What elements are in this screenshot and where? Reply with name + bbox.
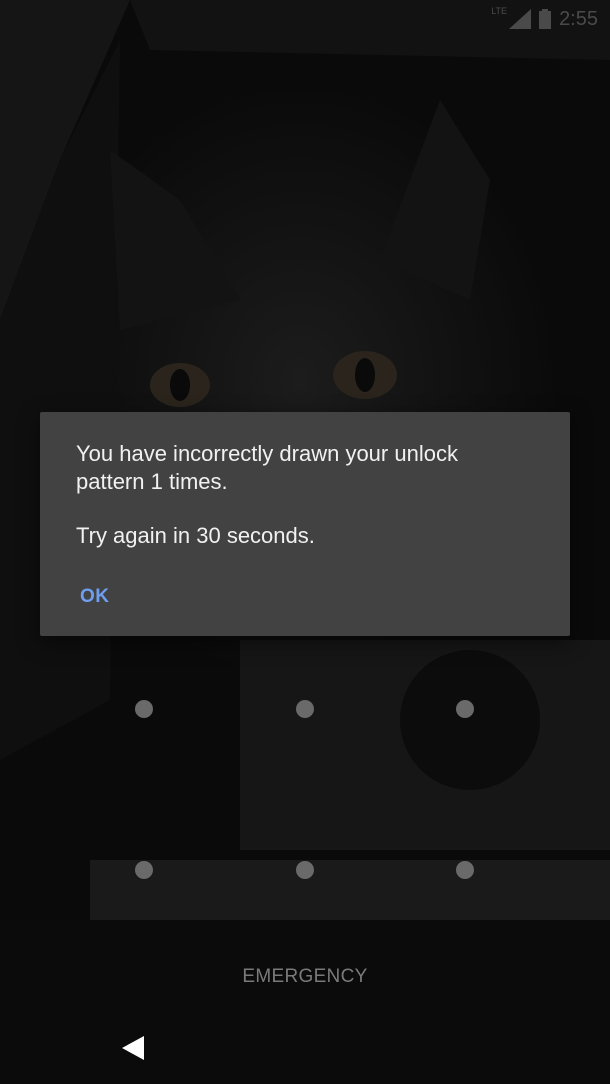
pattern-dot[interactable] <box>456 700 474 718</box>
signal-icon <box>509 9 532 29</box>
back-icon[interactable] <box>120 1034 148 1062</box>
clock: 2:55 <box>559 7 598 30</box>
battery-icon <box>539 9 552 29</box>
emergency-button[interactable]: EMERGENCY <box>0 966 610 988</box>
dialog-message: You have incorrectly drawn your unlock p… <box>76 441 458 494</box>
lock-screen: LTE 2:55 You have incorrectly drawn your… <box>0 0 610 1084</box>
ok-button[interactable]: OK <box>68 582 122 612</box>
unlock-error-dialog: You have incorrectly drawn your unlock p… <box>40 412 570 636</box>
dialog-retry-message: Try again in 30 seconds. <box>76 523 315 548</box>
pattern-dot[interactable] <box>296 861 314 879</box>
network-type-label: LTE <box>491 6 508 16</box>
status-bar: LTE 2:55 <box>0 0 610 38</box>
pattern-dot[interactable] <box>296 700 314 718</box>
pattern-dot[interactable] <box>456 861 474 879</box>
pattern-dot[interactable] <box>135 700 153 718</box>
pattern-dot[interactable] <box>135 861 153 879</box>
